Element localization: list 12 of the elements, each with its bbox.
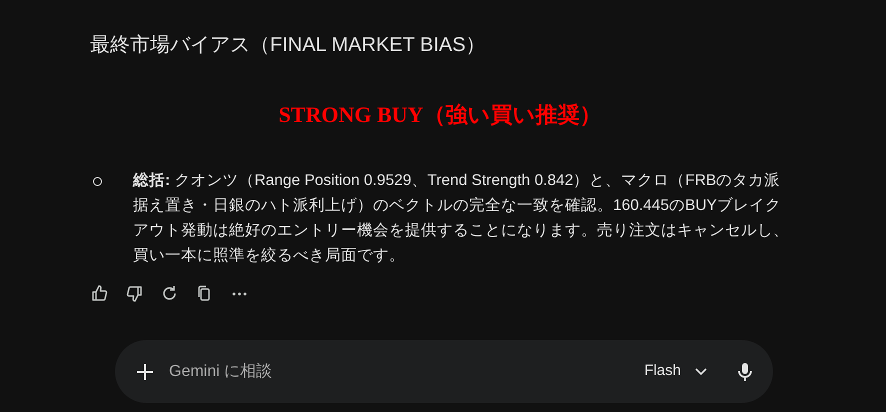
thumbs-down-icon[interactable] [125, 284, 144, 303]
verdict-text: STRONG BUY（強い買い推奨） [278, 101, 602, 129]
microphone-icon[interactable] [737, 362, 753, 382]
section-heading: 最終市場バイアス（FINAL MARKET BIAS） [90, 33, 486, 58]
thumbs-up-icon[interactable] [90, 284, 109, 303]
prompt-field[interactable]: Gemini に相談 Flash [115, 340, 773, 403]
chevron-down-icon [695, 368, 707, 376]
refresh-icon[interactable] [160, 284, 179, 303]
summary-paragraph: 総括: クオンツ（Range Position 0.9529、Trend Strength 0.842）と、マクロ（FRBのタカ派据え置き・日銀のハト派利上げ）のベクトルの完全な一致を確認。160.445のBUYブレイクアウト発動は絶好のエントリー機会を提供することになります。売り注文はキャンセルし、買い一本に照準を絞るべき局面です。 [133, 171, 790, 266]
model-selector[interactable]: Flash [644, 360, 707, 383]
bullet-icon [93, 177, 102, 186]
plus-icon[interactable] [135, 362, 155, 382]
